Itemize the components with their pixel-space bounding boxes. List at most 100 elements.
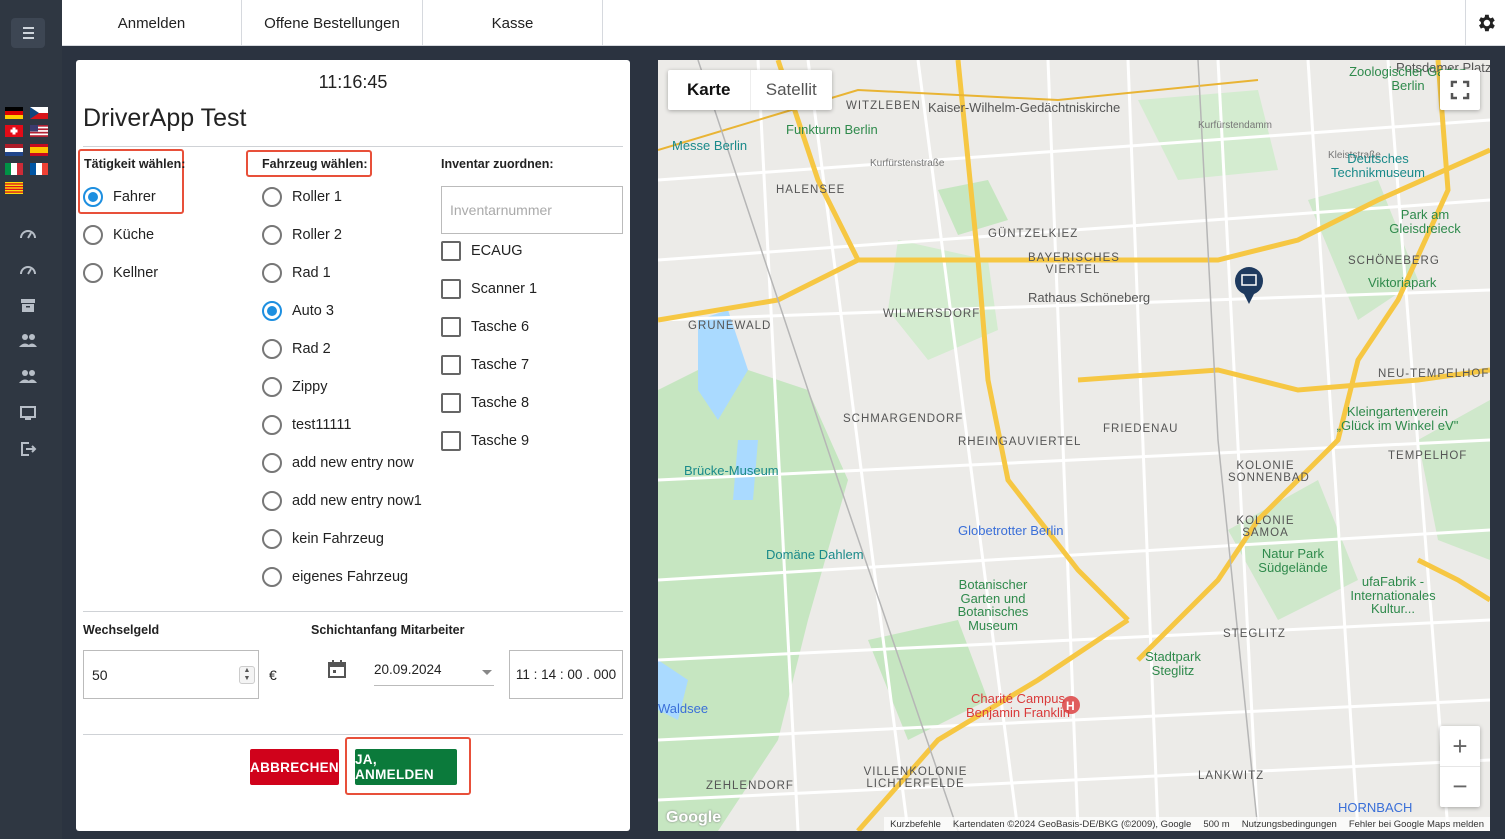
archive-icon[interactable] bbox=[18, 295, 38, 315]
flag-nl-icon[interactable] bbox=[5, 144, 23, 156]
radio-button[interactable] bbox=[262, 453, 282, 473]
flag-fr-icon[interactable] bbox=[30, 163, 48, 175]
radio-button[interactable] bbox=[262, 301, 282, 321]
map-label[interactable]: Botanischer Garten und Botanisches Museu… bbox=[948, 578, 1038, 633]
flag-de-icon[interactable] bbox=[5, 107, 23, 119]
keyboard-shortcuts-link[interactable]: Kurzbefehle bbox=[890, 819, 941, 830]
checkbox[interactable] bbox=[441, 241, 461, 261]
radio-button[interactable] bbox=[262, 263, 282, 283]
tab-offene-bestellungen[interactable]: Offene Bestellungen bbox=[242, 0, 423, 46]
checkbox-inventory[interactable]: Tasche 8 bbox=[441, 393, 529, 413]
map-label[interactable]: HORNBACH bbox=[1338, 800, 1412, 815]
radio-vehicle[interactable]: Auto 3 bbox=[262, 301, 334, 321]
radio-button[interactable] bbox=[262, 529, 282, 549]
zoom-out-button[interactable]: − bbox=[1440, 766, 1480, 806]
change-money-input[interactable] bbox=[83, 650, 259, 699]
map-type-toggle[interactable]: Karte Satellit bbox=[668, 70, 832, 110]
radio-vehicle[interactable]: kein Fahrzeug bbox=[262, 529, 384, 549]
radio-button[interactable] bbox=[262, 339, 282, 359]
chevron-down-icon[interactable] bbox=[482, 670, 492, 675]
checkbox[interactable] bbox=[441, 393, 461, 413]
map-label[interactable]: ufaFabrik - Internationales Kultur... bbox=[1348, 575, 1438, 616]
map-label[interactable]: Brücke-Museum bbox=[684, 463, 779, 478]
radio-vehicle[interactable]: Roller 2 bbox=[262, 225, 342, 245]
scale-bar[interactable]: 500 m bbox=[1203, 819, 1229, 830]
map-label[interactable]: Messe Berlin bbox=[672, 138, 747, 153]
map-type-karte[interactable]: Karte bbox=[668, 70, 750, 110]
radio-vehicle[interactable]: Rad 2 bbox=[262, 339, 331, 359]
tab-kasse[interactable]: Kasse bbox=[423, 0, 603, 46]
number-stepper[interactable]: ▲ ▼ bbox=[239, 666, 255, 684]
radio-kueche[interactable]: Küche bbox=[83, 225, 154, 245]
map-label[interactable]: Deutsches Technikmuseum bbox=[1318, 152, 1438, 179]
checkbox-inventory[interactable]: Tasche 6 bbox=[441, 317, 529, 337]
date-select[interactable]: 20.09.2024 bbox=[374, 650, 494, 686]
tab-anmelden[interactable]: Anmelden bbox=[62, 0, 242, 46]
logout-icon[interactable] bbox=[18, 439, 38, 459]
flag-ca-icon[interactable] bbox=[5, 182, 23, 194]
radio-button[interactable] bbox=[83, 225, 103, 245]
dashboard-icon[interactable] bbox=[18, 260, 38, 280]
radio-vehicle[interactable]: add new entry now1 bbox=[262, 491, 422, 511]
radio-button[interactable] bbox=[262, 491, 282, 511]
radio-button[interactable] bbox=[262, 567, 282, 587]
checkbox[interactable] bbox=[441, 355, 461, 375]
map-label[interactable]: Charité Campus Benjamin Franklin bbox=[958, 692, 1078, 719]
map-type-satellit[interactable]: Satellit bbox=[749, 70, 833, 110]
radio-button[interactable] bbox=[262, 187, 282, 207]
radio-vehicle[interactable]: Zippy bbox=[262, 377, 327, 397]
radio-vehicle[interactable]: Roller 1 bbox=[262, 187, 342, 207]
radio-label: Fahrer bbox=[113, 189, 156, 205]
radio-button[interactable] bbox=[262, 225, 282, 245]
users-icon[interactable] bbox=[18, 331, 38, 351]
checkbox[interactable] bbox=[441, 279, 461, 299]
checkbox[interactable] bbox=[441, 317, 461, 337]
map-label[interactable]: Viktoriapark bbox=[1368, 275, 1436, 290]
hamburger-icon[interactable] bbox=[11, 18, 45, 48]
map-label[interactable]: Kleingartenverein „Glück im Winkel eV" bbox=[1330, 405, 1465, 432]
map-label[interactable]: Domäne Dahlem bbox=[766, 547, 864, 562]
map-label[interactable]: Globetrotter Berlin bbox=[958, 523, 1064, 538]
checkbox-inventory[interactable]: Tasche 7 bbox=[441, 355, 529, 375]
flag-ch-icon[interactable] bbox=[5, 125, 23, 137]
radio-vehicle[interactable]: eigenes Fahrzeug bbox=[262, 567, 408, 587]
checkbox-inventory[interactable]: Tasche 9 bbox=[441, 431, 529, 451]
checkbox-inventory[interactable]: ECAUG bbox=[441, 241, 523, 261]
report-error-link[interactable]: Fehler bei Google Maps melden bbox=[1349, 819, 1484, 830]
cancel-button[interactable]: ABBRECHEN bbox=[250, 749, 339, 785]
gear-icon[interactable] bbox=[1465, 0, 1505, 46]
radio-vehicle[interactable]: add new entry now bbox=[262, 453, 414, 473]
radio-label: eigenes Fahrzeug bbox=[292, 569, 409, 585]
terms-link[interactable]: Nutzungsbedingungen bbox=[1242, 819, 1337, 830]
flag-it-icon[interactable] bbox=[5, 163, 23, 175]
map-label[interactable]: Stadtpark Steglitz bbox=[1128, 650, 1218, 677]
map-label[interactable]: Waldsee bbox=[658, 701, 708, 716]
confirm-login-button[interactable]: JA, ANMELDEN bbox=[355, 749, 457, 785]
map-label[interactable]: Park am Gleisdreieck bbox=[1380, 208, 1470, 235]
flag-es-icon[interactable] bbox=[30, 144, 48, 156]
radio-fahrer[interactable]: Fahrer bbox=[83, 187, 156, 207]
radio-button[interactable] bbox=[83, 263, 103, 283]
checkbox-inventory[interactable]: Scanner 1 bbox=[441, 279, 537, 299]
checkbox[interactable] bbox=[441, 431, 461, 451]
map-label[interactable]: Funkturm Berlin bbox=[786, 122, 878, 137]
radio-kellner[interactable]: Kellner bbox=[83, 263, 158, 283]
users-icon[interactable] bbox=[18, 367, 38, 387]
radio-button[interactable] bbox=[83, 187, 103, 207]
radio-button[interactable] bbox=[262, 415, 282, 435]
radio-vehicle[interactable]: test11111 bbox=[262, 415, 351, 435]
dashboard-icon[interactable] bbox=[18, 224, 38, 244]
monitor-icon[interactable] bbox=[18, 403, 38, 423]
radio-vehicle[interactable]: Rad 1 bbox=[262, 263, 331, 283]
flag-cz-icon[interactable] bbox=[30, 107, 48, 119]
radio-button[interactable] bbox=[262, 377, 282, 397]
zoom-in-button[interactable]: + bbox=[1440, 726, 1480, 766]
calendar-icon[interactable] bbox=[327, 659, 347, 679]
map[interactable]: H Potsdamer Platz Zoologischer Garten Ber… bbox=[658, 60, 1490, 831]
flag-us-icon[interactable] bbox=[30, 125, 48, 137]
map-label[interactable]: Natur Park Südgelände bbox=[1248, 547, 1338, 574]
map-label: WILMERSDORF bbox=[883, 308, 981, 320]
time-input[interactable]: 11 : 14 : 00 . 000 bbox=[509, 650, 623, 699]
inventory-number-input[interactable] bbox=[441, 186, 623, 234]
fullscreen-icon[interactable] bbox=[1440, 70, 1480, 110]
